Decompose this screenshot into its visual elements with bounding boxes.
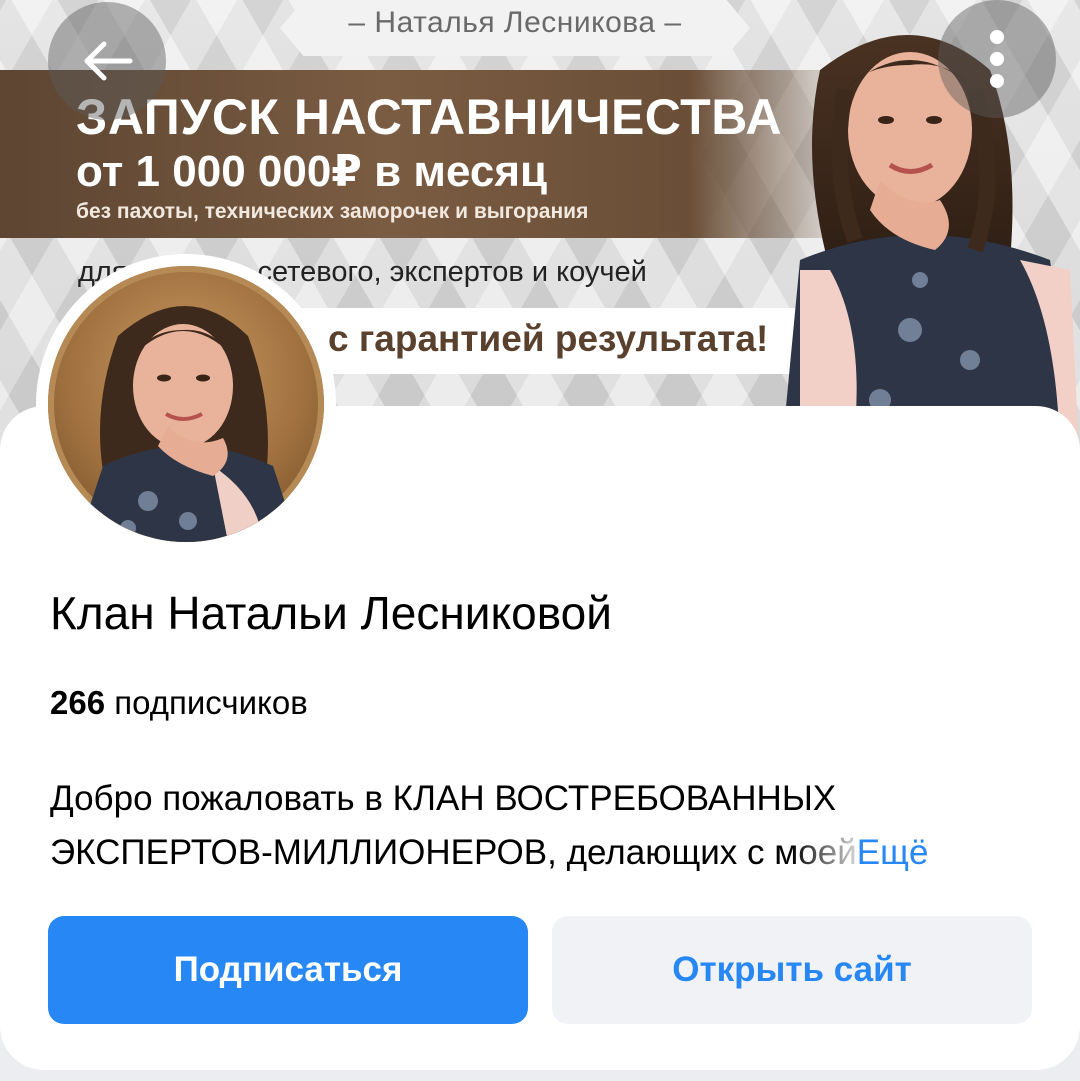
description-line: ЭКСПЕРТОВ-МИЛЛИОНЕРОВ, делающих с моейЕщ…	[50, 826, 1040, 880]
cover-author-name: – Наталья Лесникова –	[348, 6, 682, 39]
subscribe-button[interactable]: Подписаться	[48, 916, 528, 1024]
avatar[interactable]	[48, 266, 324, 542]
community-title: Клан Натальи Лесниковой	[50, 587, 612, 639]
cover-tagline: без пахоты, технических заморочек и выго…	[76, 200, 589, 223]
arrow-left-icon	[84, 41, 133, 81]
subscribers-label: подписчиков	[105, 684, 308, 721]
cover-headline: ЗАПУСК НАСТАВНИЧЕСТВА	[76, 89, 782, 145]
subscribers-count: 266	[50, 684, 106, 721]
description-line: Добро пожаловать в КЛАН ВОСТРЕБОВАННЫХ	[50, 779, 837, 818]
open-site-button[interactable]: Открыть сайт	[552, 916, 1032, 1024]
community-screen: – Наталья Лесникова – ЗАПУСК НАСТАВНИЧЕС…	[0, 0, 1080, 1081]
more-link[interactable]: Ещё	[857, 833, 929, 872]
more-options-button[interactable]	[938, 0, 1056, 118]
avatar-portrait-image	[78, 306, 298, 542]
cover-income: от 1 000 000₽ в месяц	[76, 147, 548, 196]
more-vertical-icon	[990, 30, 1004, 88]
description-text: ЭКСПЕРТОВ-МИЛЛИОНЕРОВ, делающих	[50, 833, 748, 872]
subscribers-info[interactable]: 266 подписчиков	[50, 684, 308, 722]
community-description: Добро пожаловать в КЛАН ВОСТРЕБОВАННЫХ Э…	[50, 772, 1040, 880]
cover-guarantee: с гарантией результата!	[328, 318, 769, 359]
description-fade-text: с моей	[747, 833, 857, 872]
back-button[interactable]	[48, 2, 166, 120]
